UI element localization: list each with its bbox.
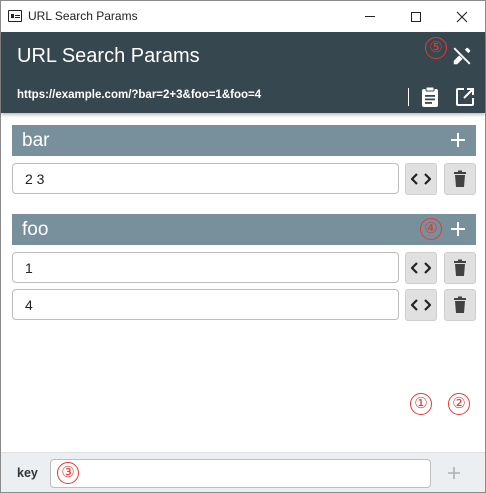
param-value-input[interactable] xyxy=(12,252,399,283)
app-icon xyxy=(8,10,22,22)
header-divider xyxy=(408,88,409,106)
maximize-icon xyxy=(411,11,421,22)
app-window: URL Search Params URL Search Params http… xyxy=(0,0,486,493)
clipboard-icon xyxy=(422,86,438,107)
copy-url-button[interactable] xyxy=(418,84,442,110)
url-display: https://example.com/?bar=2+3&foo=1&foo=4 xyxy=(17,89,262,101)
param-group-header: bar xyxy=(12,125,476,156)
param-value-row: ① ② xyxy=(12,289,476,415)
param-key-label: bar xyxy=(22,130,50,151)
code-icon xyxy=(411,173,431,185)
plus-icon xyxy=(451,222,465,236)
edit-off-button[interactable] xyxy=(449,43,475,69)
param-group-foo: foo ④ ① ② xyxy=(12,214,476,415)
close-icon xyxy=(456,11,468,22)
param-value-input[interactable] xyxy=(12,289,399,320)
open-in-new-icon xyxy=(456,88,474,106)
maximize-button[interactable] xyxy=(393,1,439,32)
add-value-button[interactable] xyxy=(448,219,468,239)
window-title: URL Search Params xyxy=(28,9,138,23)
trash-icon xyxy=(454,259,466,276)
app-header: URL Search Params https://example.com/?b… xyxy=(1,32,485,113)
encode-toggle-button[interactable] xyxy=(405,163,437,195)
page-title: URL Search Params xyxy=(17,45,200,67)
callout-marker-4: ④ xyxy=(420,218,442,240)
delete-value-button[interactable] xyxy=(444,163,476,195)
callout-marker-3: ③ xyxy=(57,462,79,484)
plus-icon xyxy=(448,467,460,479)
param-key-label: foo xyxy=(22,219,49,240)
key-label: key xyxy=(17,466,38,480)
code-icon xyxy=(411,299,431,311)
key-input[interactable] xyxy=(50,459,431,488)
edit-off-icon xyxy=(453,47,471,65)
encode-toggle-button[interactable] xyxy=(405,252,437,284)
plus-icon xyxy=(451,133,465,147)
trash-icon xyxy=(454,296,466,313)
param-group-header: foo ④ xyxy=(12,214,476,245)
callout-marker-2: ② xyxy=(448,393,470,415)
minimize-button[interactable] xyxy=(347,1,393,32)
param-value-row xyxy=(12,163,476,195)
close-button[interactable] xyxy=(439,1,485,32)
trash-icon xyxy=(454,170,466,187)
delete-value-button[interactable] xyxy=(444,289,476,321)
add-key-button[interactable] xyxy=(444,463,464,483)
callout-marker-5: ⑤ xyxy=(425,37,447,59)
minimize-icon xyxy=(365,16,375,17)
callout-marker-1: ① xyxy=(410,393,432,415)
param-group-bar: bar xyxy=(12,125,476,195)
add-value-button[interactable] xyxy=(448,130,468,150)
add-key-bar: key ③ xyxy=(1,452,485,492)
window-titlebar: URL Search Params xyxy=(1,1,485,32)
code-icon xyxy=(411,262,431,274)
encode-toggle-button[interactable] xyxy=(405,289,437,321)
delete-value-button[interactable] xyxy=(444,252,476,284)
param-value-input[interactable] xyxy=(12,163,399,194)
open-url-button[interactable] xyxy=(453,84,477,110)
param-value-row xyxy=(12,252,476,284)
